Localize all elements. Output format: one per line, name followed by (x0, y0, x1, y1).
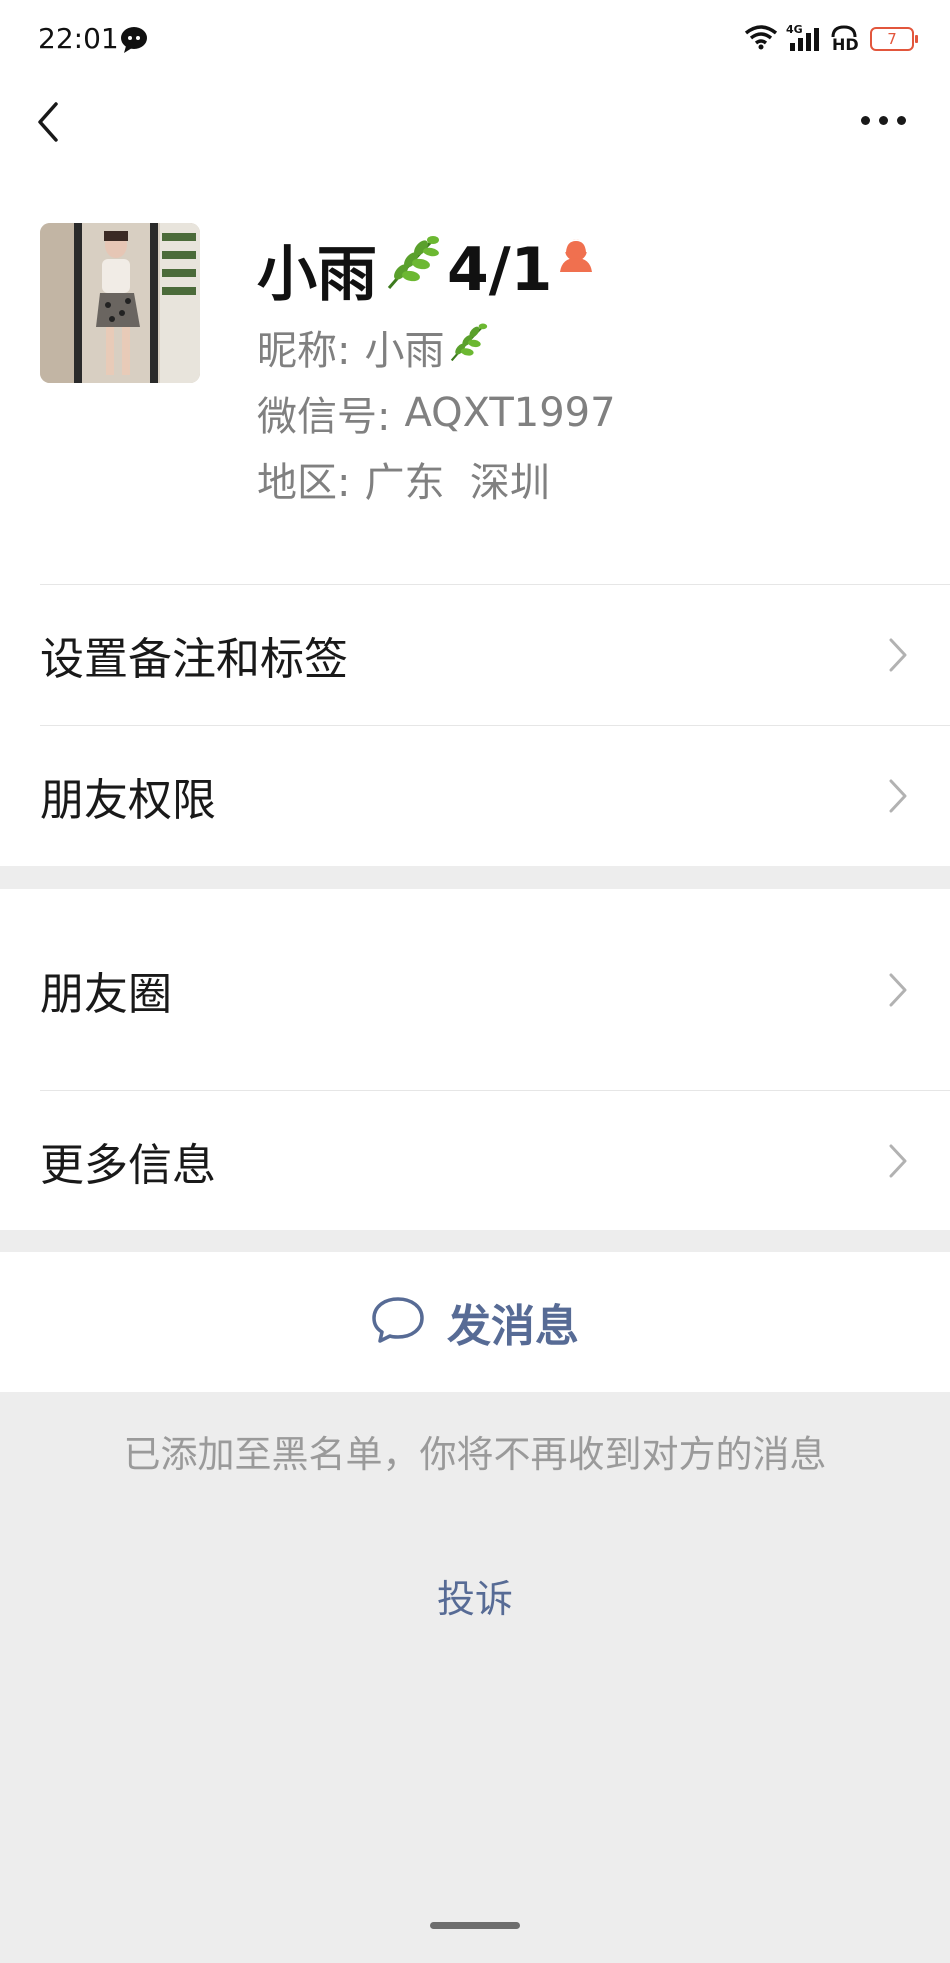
avatar[interactable] (40, 223, 200, 383)
chevron-right-icon (888, 778, 908, 818)
leaf-emoji-icon (446, 320, 490, 374)
wechat-id-value: AQXT1997 (404, 390, 616, 436)
wifi-icon (744, 24, 778, 54)
leaf-emoji-icon (381, 232, 443, 307)
message-bubble-icon (371, 1295, 425, 1349)
blacklist-notice: 已添加至黑名单，你将不再收到对方的消息 (123, 1433, 827, 1476)
region-label: 地区: (257, 460, 351, 506)
battery-icon: 7 (870, 27, 918, 51)
friend-permissions-row[interactable]: 朋友权限 (40, 726, 950, 866)
chevron-right-icon (888, 1143, 908, 1183)
status-icons: 4G HD 7 (744, 23, 918, 54)
nickname-line: 昵称: 小雨 (257, 318, 490, 376)
profile-name-suffix: 4/1 (447, 234, 553, 305)
nickname-value: 小雨 (364, 328, 445, 374)
cellular-signal-icon: 4G (786, 23, 822, 53)
more-info-row[interactable]: 更多信息 (40, 1091, 950, 1230)
profile-name-text: 小雨 (257, 240, 377, 310)
chevron-right-icon (888, 972, 908, 1012)
status-time: 22:01 (38, 22, 119, 55)
wechat-id-label: 微信号: (257, 394, 391, 440)
row-label: 朋友权限 (40, 775, 216, 826)
set-remark-and-tags-row[interactable]: 设置备注和标签 (40, 585, 950, 725)
complain-link[interactable]: 投诉 (0, 1568, 950, 1623)
row-label: 更多信息 (40, 1139, 216, 1191)
profile-name: 小雨 4/1 (257, 226, 552, 313)
chevron-right-icon (888, 637, 908, 677)
row-label: 朋友圈 (40, 969, 172, 1020)
more-dot (897, 116, 906, 125)
row-label: 设置备注和标签 (40, 634, 348, 685)
send-message-label: 发消息 (447, 1301, 579, 1352)
back-button[interactable] (30, 96, 70, 148)
more-dot (861, 116, 870, 125)
status-bar: 22:01 4G HD 7 (0, 0, 950, 80)
wechat-id-line: 微信号: AQXT1997 (257, 384, 616, 442)
region-value: 广东 深圳 (364, 460, 550, 506)
hd-label: HD (832, 35, 859, 54)
more-options-button[interactable] (861, 116, 906, 125)
battery-level: 7 (887, 30, 897, 48)
hd-call-icon: HD (830, 25, 862, 54)
region-line: 地区: 广东 深圳 (257, 450, 550, 508)
nickname-label: 昵称: (257, 328, 351, 374)
female-gender-icon (556, 236, 596, 280)
chat-notification-icon (120, 26, 148, 58)
more-dot (879, 116, 888, 125)
home-indicator[interactable] (430, 1922, 520, 1929)
moments-row[interactable]: 朋友圈 (40, 889, 950, 1091)
send-message-button[interactable]: 发消息 (0, 1252, 950, 1392)
